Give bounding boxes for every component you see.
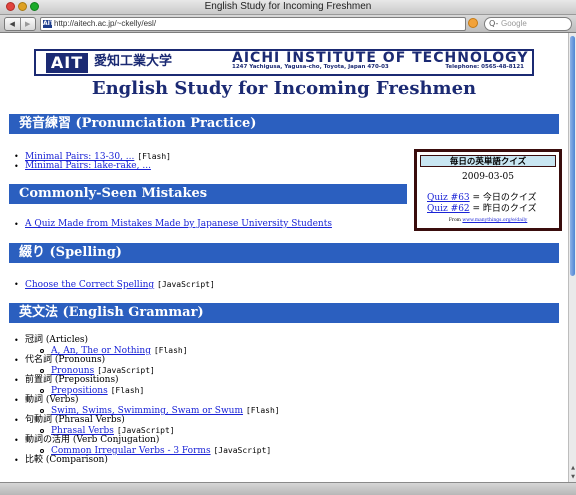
search-placeholder: Google [501, 19, 527, 28]
window-titlebar: English Study for Incoming Freshmen [0, 0, 576, 15]
bullet-icon: • [14, 456, 19, 465]
vertical-scrollbar[interactable]: ▲ ▼ [568, 33, 576, 482]
search-field[interactable]: Q- Google [484, 17, 572, 31]
ait-logo: AIT [46, 53, 88, 73]
site-favicon-icon: AIT [43, 20, 54, 28]
banner-japanese-name: 愛知工業大学 [94, 54, 173, 69]
banner-telephone: Telephone: 0565-48-8121 [445, 64, 524, 70]
bullet-icon: • [14, 220, 19, 229]
minimal-pairs-lake-rake-link[interactable]: Minimal Pairs: lake-rake, ... [25, 161, 151, 171]
quiz-source: From www.manythings.org/e/daily [417, 218, 559, 223]
quiz-today-line: Quiz #63 = 今日のクイズ [427, 193, 537, 204]
bullet-icon: • [14, 336, 19, 345]
mistakes-quiz-link[interactable]: A Quiz Made from Mistakes Made by Japane… [25, 219, 332, 229]
address-text[interactable]: http://aitech.ac.jp/~ckelly/esl/ [54, 18, 156, 30]
search-icon: Q- [489, 19, 499, 28]
quiz-yesterday-label: = 昨日のクイズ [469, 204, 537, 214]
quiz-source-label: From [448, 218, 463, 223]
sub-bullet-icon [40, 449, 44, 453]
list-item: A Quiz Made from Mistakes Made by Japane… [25, 219, 332, 230]
section-heading-mistakes: Commonly-Seen Mistakes [9, 184, 407, 204]
address-bar[interactable]: AIT http://aitech.ac.jp/~ckelly/esl/ [40, 17, 466, 31]
bullet-icon: • [14, 280, 19, 289]
page-title: English Study for Incoming Freshmen [91, 78, 477, 99]
quiz-today-label: = 今日のクイズ [469, 193, 537, 203]
banner-address: 1247 Yachigusa, Yagusa-cho, Toyota, Japa… [232, 64, 389, 70]
sub-bullet-icon [40, 389, 44, 393]
nav-buttons: ◀ ▶ [4, 17, 36, 31]
list-item: Minimal Pairs: lake-rake, ... [25, 161, 151, 172]
section-heading-pronunciation: 発音練習 (Pronunciation Practice) [9, 114, 559, 134]
quiz-heading: 毎日の英単語クイズ [420, 155, 556, 167]
scroll-arrows-icon[interactable]: ▲ ▼ [569, 464, 576, 482]
quiz-source-link[interactable]: www.manythings.org/e/daily [462, 218, 527, 223]
format-tag: [JavaScript] [116, 426, 175, 435]
window-title: English Study for Incoming Freshmen [204, 1, 372, 12]
back-button[interactable]: ◀ [5, 18, 20, 30]
daily-quiz-box: 毎日の英単語クイズ 2009-03-05 Quiz #63 = 今日のクイズ Q… [414, 149, 562, 231]
format-tag: [Flash] [245, 406, 280, 415]
grammar-topic-comparison: 比較 (Comparison) [25, 455, 108, 465]
bullet-icon: • [14, 376, 19, 385]
list-item: Choose the Correct Spelling [JavaScript] [25, 279, 215, 291]
sub-bullet-icon [40, 349, 44, 353]
choose-correct-spelling-link[interactable]: Choose the Correct Spelling [25, 280, 154, 290]
url-action-button[interactable] [468, 18, 478, 28]
forward-button[interactable]: ▶ [19, 18, 36, 30]
section-heading-spelling: 綴り (Spelling) [9, 243, 559, 263]
university-banner[interactable]: AIT 愛知工業大学 AICHI INSTITUTE OF TECHNOLOGY… [34, 49, 534, 76]
format-tag: [Flash] [137, 152, 171, 161]
browser-toolbar: ◀ ▶ AIT http://aitech.ac.jp/~ckelly/esl/… [0, 15, 576, 33]
format-tag: [JavaScript] [213, 446, 272, 455]
page-viewport: AIT 愛知工業大学 AICHI INSTITUTE OF TECHNOLOGY… [0, 33, 568, 482]
sub-bullet-icon [40, 409, 44, 413]
sub-bullet-icon [40, 429, 44, 433]
format-tag: [JavaScript] [97, 366, 155, 375]
quiz-today-link[interactable]: Quiz #63 [427, 193, 470, 203]
section-heading-grammar: 英文法 (English Grammar) [9, 303, 559, 323]
bullet-icon: • [14, 436, 19, 445]
quiz-date: 2009-03-05 [462, 172, 514, 182]
format-tag: [Flash] [110, 386, 145, 395]
bullet-icon: • [14, 162, 19, 171]
bullet-icon: • [14, 416, 19, 425]
scroll-thumb[interactable] [570, 36, 575, 276]
format-tag: [Flash] [153, 346, 188, 355]
status-bar [0, 482, 576, 495]
format-tag: [JavaScript] [157, 280, 215, 289]
quiz-yesterday-link[interactable]: Quiz #62 [427, 204, 470, 214]
bullet-icon: • [14, 356, 19, 365]
quiz-yesterday-line: Quiz #62 = 昨日のクイズ [427, 204, 537, 215]
bullet-icon: • [14, 396, 19, 405]
sub-bullet-icon [40, 369, 44, 373]
